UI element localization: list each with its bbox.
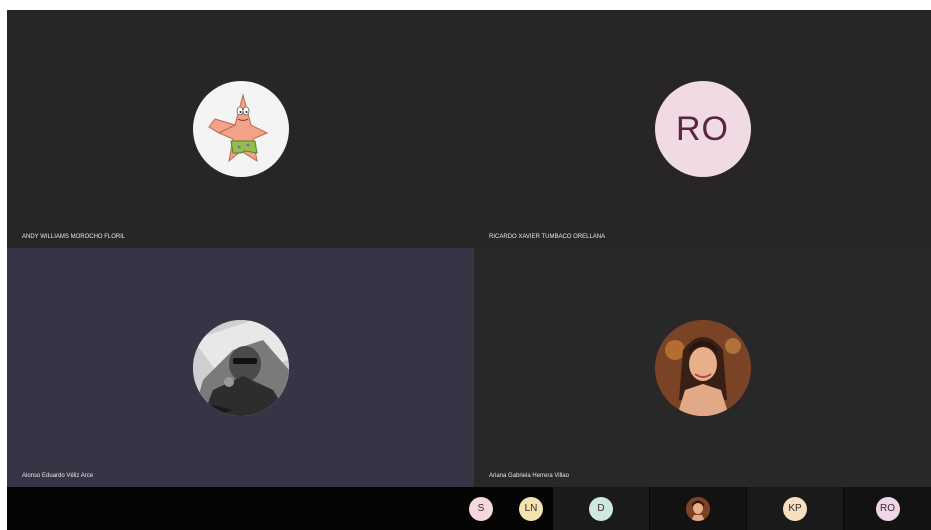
avatar-initials: LN <box>524 503 538 514</box>
woman-photo <box>654 319 751 416</box>
participant-name: ANDY WILLIAMS MOROCHO FLORIL <box>22 234 126 240</box>
participant-name: RICARDO XAVIER TUMBACO ORELLANA <box>489 234 606 240</box>
tray-participant-1[interactable]: S <box>452 487 510 530</box>
tray-participant-5[interactable]: KP <box>747 487 843 530</box>
tray-avatar: LN <box>519 496 543 521</box>
participant-avatar: RO <box>654 81 751 177</box>
woman-photo <box>686 496 710 521</box>
avatar-initials: RO <box>880 503 895 514</box>
participant-tile-4[interactable]: Ariana Gabriela Herrera Villao <box>474 248 931 487</box>
tray-participant-3[interactable]: D <box>553 487 649 530</box>
tray-avatar: KP <box>783 496 807 521</box>
avatar-initials: S <box>477 503 485 514</box>
video-grid: ANDY WILLIAMS MOROCHO FLORIL RO RICARDO … <box>7 10 931 530</box>
avatar-initials: RO <box>676 109 729 148</box>
participant-tile-2[interactable]: RO RICARDO XAVIER TUMBACO ORELLANA <box>474 10 931 248</box>
participant-tile-1[interactable]: ANDY WILLIAMS MOROCHO FLORIL <box>7 10 474 248</box>
tray-participant-4[interactable] <box>650 487 746 530</box>
tray-participant-6[interactable]: RO <box>844 487 931 530</box>
participant-name: Ariana Gabriela Herrera Villao <box>489 473 569 479</box>
patrick-star-icon <box>207 93 268 163</box>
avatar-initials: D <box>597 503 605 514</box>
tray-avatar: RO <box>875 496 900 521</box>
participant-avatar <box>192 81 289 177</box>
tray-avatar: D <box>589 496 613 521</box>
participant-tile-3[interactable]: Alonso Eduardo Véliz Arce <box>7 248 474 487</box>
participant-name: Alonso Eduardo Véliz Arce <box>22 473 94 479</box>
tray-avatar <box>686 496 710 521</box>
participant-tray: S LN D KP RO <box>7 487 931 530</box>
participant-avatar <box>654 319 751 416</box>
tray-participant-2[interactable]: LN <box>510 487 552 530</box>
tray-avatar: S <box>469 496 493 521</box>
bw-photo <box>192 319 289 416</box>
avatar-initials: KP <box>788 503 802 514</box>
participant-avatar <box>192 319 289 416</box>
